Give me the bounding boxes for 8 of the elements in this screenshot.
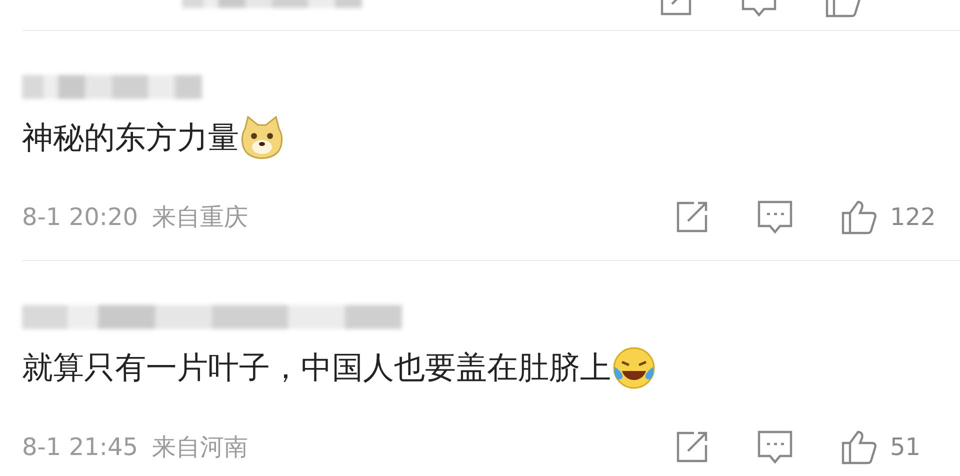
comment-location: 来自河南 — [152, 432, 248, 463]
comment-time: 8-1 20:20 — [22, 203, 138, 231]
comment-text: 就算只有一片叶子，中国人也要盖在肚脐上 — [22, 349, 611, 388]
like-count: 122 — [890, 203, 937, 231]
comment-time: 8-1 21:45 — [22, 433, 138, 461]
comment-text: 神秘的东方力量 — [22, 119, 239, 158]
like-count: 51 — [890, 433, 922, 461]
comment-location: 来自重庆 — [152, 202, 248, 233]
